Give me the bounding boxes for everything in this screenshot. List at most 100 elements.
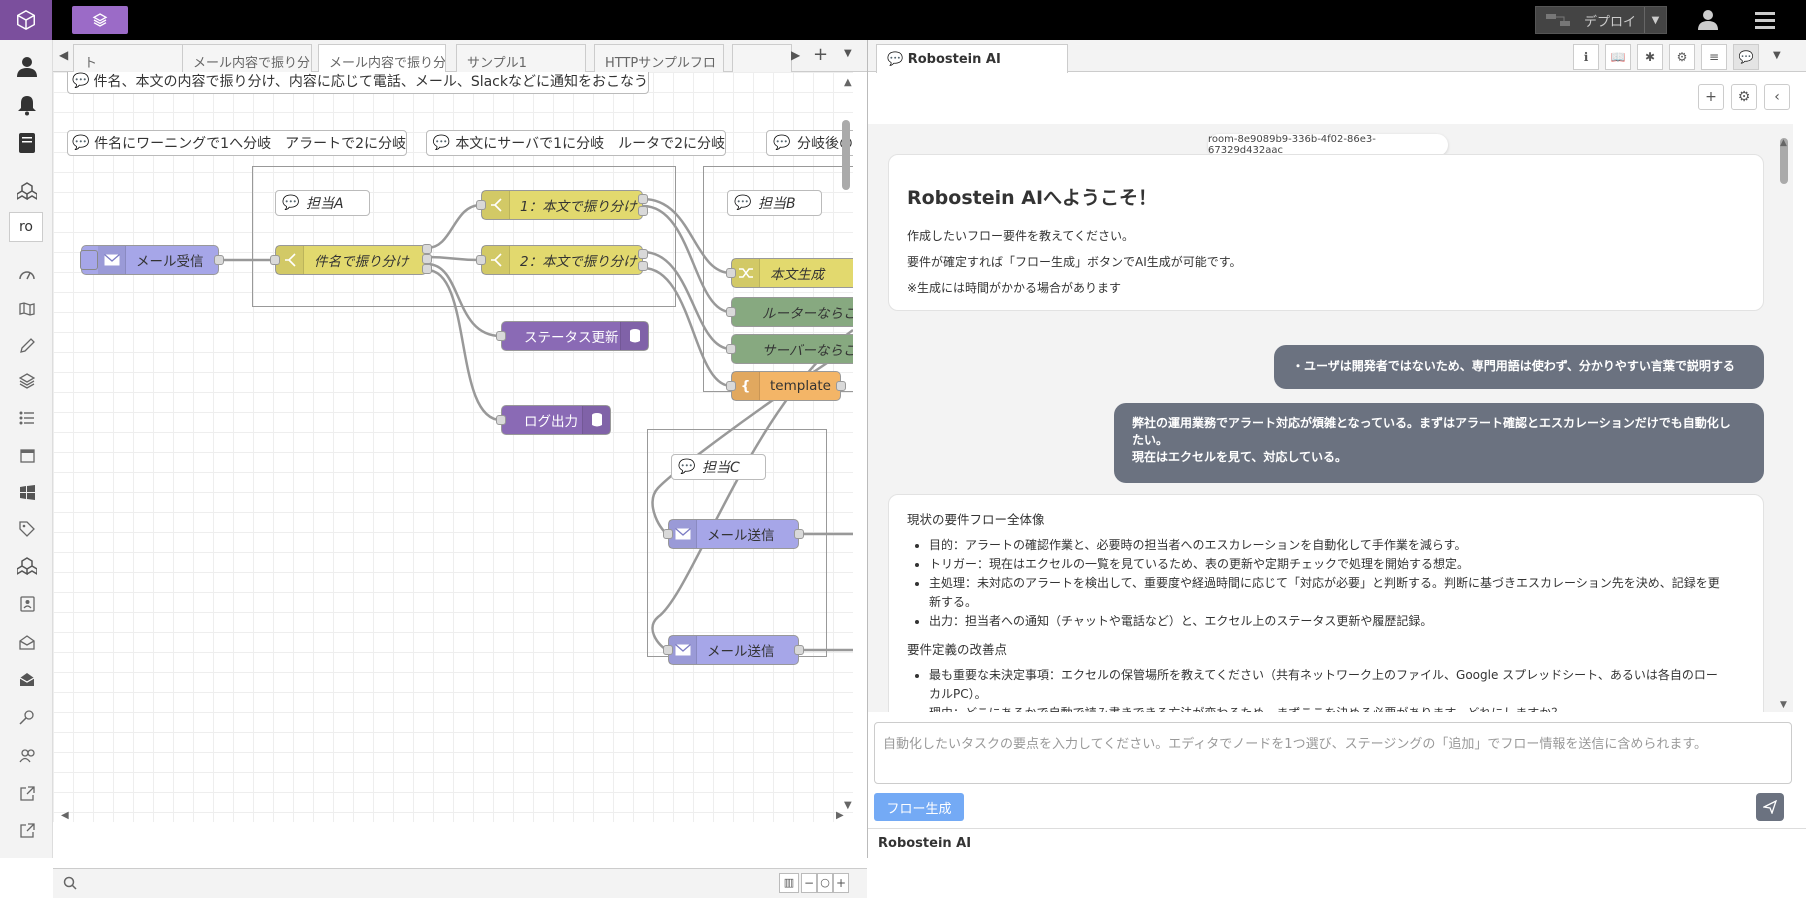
zoom-reset-button[interactable]: ○ bbox=[817, 873, 833, 893]
zoom-out-button[interactable]: − bbox=[801, 873, 817, 893]
node-body-gen[interactable]: 本文生成 bbox=[726, 258, 853, 288]
node-router[interactable]: ルーターならこ bbox=[726, 297, 853, 327]
dashboard-gauge-icon[interactable] bbox=[16, 263, 38, 285]
deploy-dropdown-icon[interactable]: ▼ bbox=[1644, 7, 1666, 33]
chat-history[interactable]: room-8e9089b9-336b-4f02-86e3-67329d432aa… bbox=[868, 124, 1793, 712]
generate-flow-button[interactable]: フロー生成 bbox=[874, 793, 964, 821]
sidebar-dropdown-icon[interactable]: ▼ bbox=[1773, 50, 1781, 61]
external-link-icon[interactable] bbox=[16, 782, 38, 804]
context-database-icon[interactable]: ≡ bbox=[1701, 44, 1727, 70]
hamburger-menu-icon[interactable] bbox=[1752, 8, 1778, 32]
input-port[interactable] bbox=[496, 331, 506, 341]
tab-flow[interactable]: メール内容で振り分 bbox=[182, 44, 312, 72]
node-subject-switch[interactable]: 件名で振り分け bbox=[270, 244, 432, 275]
output-port[interactable] bbox=[638, 249, 648, 259]
flow-comment[interactable]: 💬 分岐後の bbox=[766, 130, 853, 156]
map-toggle-icon[interactable]: ▥ bbox=[779, 873, 799, 893]
config-gear-icon[interactable]: ⚙ bbox=[1669, 44, 1695, 70]
flow-canvas[interactable]: 💬 件名、本文の内容で振り分け、内容に応じて電話、メール、Slackなどに通知をお… bbox=[53, 72, 853, 822]
input-port[interactable] bbox=[270, 255, 280, 265]
flow-comment[interactable]: 💬 件名にワーニングで1へ分岐 アラートで2に分岐 bbox=[67, 130, 407, 156]
output-port[interactable] bbox=[836, 381, 846, 391]
search-icon[interactable] bbox=[63, 875, 79, 891]
node-mail-receive[interactable]: メール受信 bbox=[80, 245, 224, 275]
flow-comment[interactable]: 💬 件名、本文の内容で振り分け、内容に応じて電話、メール、Slackなどに通知をお… bbox=[67, 72, 649, 94]
scroll-left-icon[interactable]: ◀ bbox=[61, 810, 69, 821]
tab-flow[interactable]: サンプル1 bbox=[456, 44, 586, 72]
layers-icon[interactable] bbox=[16, 370, 38, 392]
group-tantou-a[interactable] bbox=[252, 166, 676, 307]
help-book-icon[interactable]: 📖 bbox=[1605, 44, 1631, 70]
project-button[interactable] bbox=[72, 6, 128, 34]
chat-input[interactable]: 自動化したいタスクの要点を入力してください。エディタでノードを1つ選び、ステージ… bbox=[874, 722, 1792, 784]
output-port[interactable] bbox=[422, 254, 432, 264]
tab-flow[interactable] bbox=[732, 44, 792, 72]
new-chat-plus-icon[interactable]: + bbox=[1698, 84, 1724, 110]
group-label-a[interactable]: 💬 担当A bbox=[275, 190, 370, 216]
envelope-open-filled-icon[interactable] bbox=[16, 668, 38, 690]
settings-gear-icon[interactable]: ⚙ bbox=[1731, 84, 1757, 110]
users-icon[interactable] bbox=[16, 744, 38, 766]
debug-bug-icon[interactable]: ✱ bbox=[1637, 44, 1663, 70]
scroll-down-icon[interactable]: ▼ bbox=[844, 800, 852, 811]
output-port[interactable] bbox=[638, 194, 648, 204]
calendar-icon[interactable] bbox=[16, 444, 38, 466]
input-port[interactable] bbox=[663, 645, 673, 655]
output-port[interactable] bbox=[422, 264, 432, 274]
input-port[interactable] bbox=[726, 307, 736, 317]
group-label-c[interactable]: 💬 担当C bbox=[671, 454, 766, 480]
node-template[interactable]: { template bbox=[726, 371, 846, 401]
collapse-chevron-icon[interactable]: ‹ bbox=[1764, 84, 1790, 110]
output-port[interactable] bbox=[422, 244, 432, 254]
node-body-switch-1[interactable]: 1：本文で振り分け bbox=[476, 190, 648, 220]
tags-icon[interactable] bbox=[16, 518, 38, 540]
node-status-update[interactable]: ステータス更新 bbox=[496, 321, 649, 351]
output-port[interactable] bbox=[794, 645, 804, 655]
tab-flow-active[interactable]: メール内容で振り分 bbox=[318, 44, 446, 72]
chat-scroll-up-icon[interactable]: ▲ bbox=[1780, 138, 1787, 148]
external-link-icon[interactable] bbox=[16, 819, 38, 841]
map-icon[interactable] bbox=[16, 298, 38, 320]
output-port[interactable] bbox=[794, 529, 804, 539]
node-mail-send[interactable]: メール送信 bbox=[663, 635, 804, 665]
zoom-in-button[interactable]: + bbox=[833, 873, 849, 893]
input-port[interactable] bbox=[663, 529, 673, 539]
user-icon[interactable] bbox=[1695, 8, 1721, 32]
group-label-b[interactable]: 💬 担当B bbox=[727, 190, 822, 216]
workspace-selector[interactable]: ro bbox=[9, 212, 43, 242]
tab-list-dropdown-icon[interactable]: ▼ bbox=[844, 48, 852, 59]
add-tab-icon[interactable]: + bbox=[813, 44, 828, 65]
node-body-switch-2[interactable]: 2：本文で振り分け bbox=[476, 245, 648, 275]
output-port[interactable] bbox=[638, 261, 648, 271]
info-icon[interactable]: ℹ bbox=[1573, 44, 1599, 70]
bell-icon[interactable] bbox=[16, 94, 38, 116]
scroll-right-icon[interactable]: ▶ bbox=[836, 810, 844, 821]
chat-icon[interactable]: 💬 bbox=[1733, 44, 1759, 70]
envelope-open-icon[interactable] bbox=[16, 631, 38, 653]
send-button[interactable] bbox=[1756, 793, 1784, 821]
vertical-scrollbar-thumb[interactable] bbox=[842, 120, 850, 190]
input-port[interactable] bbox=[496, 415, 506, 425]
user-icon[interactable] bbox=[16, 56, 38, 78]
notebook-icon[interactable] bbox=[16, 132, 38, 154]
output-port[interactable] bbox=[638, 206, 648, 216]
input-port[interactable] bbox=[476, 255, 486, 265]
scroll-tabs-left-icon[interactable]: ◀ bbox=[59, 48, 68, 62]
flow-comment[interactable]: 💬 本文にサーバで1に分岐 ルータで2に分岐 bbox=[426, 130, 726, 156]
node-mail-send[interactable]: メール送信 bbox=[663, 519, 804, 549]
input-port[interactable] bbox=[726, 344, 736, 354]
deploy-button[interactable]: デプロイ ▼ bbox=[1535, 6, 1667, 34]
scroll-up-icon[interactable]: ▲ bbox=[844, 77, 852, 88]
node-server[interactable]: サーバーならこ bbox=[726, 334, 853, 364]
pencil-icon[interactable] bbox=[16, 335, 38, 357]
tab-flow[interactable]: HTTPサンプルフロ bbox=[594, 44, 724, 72]
inject-button[interactable] bbox=[80, 250, 98, 270]
chat-scroll-down-icon[interactable]: ▼ bbox=[1780, 700, 1787, 710]
app-logo[interactable] bbox=[0, 0, 52, 40]
input-port[interactable] bbox=[726, 381, 736, 391]
input-port[interactable] bbox=[476, 200, 486, 210]
cubes-icon[interactable] bbox=[16, 555, 38, 577]
key-icon[interactable] bbox=[16, 706, 38, 728]
output-port[interactable] bbox=[214, 255, 224, 265]
input-port[interactable] bbox=[726, 268, 736, 278]
